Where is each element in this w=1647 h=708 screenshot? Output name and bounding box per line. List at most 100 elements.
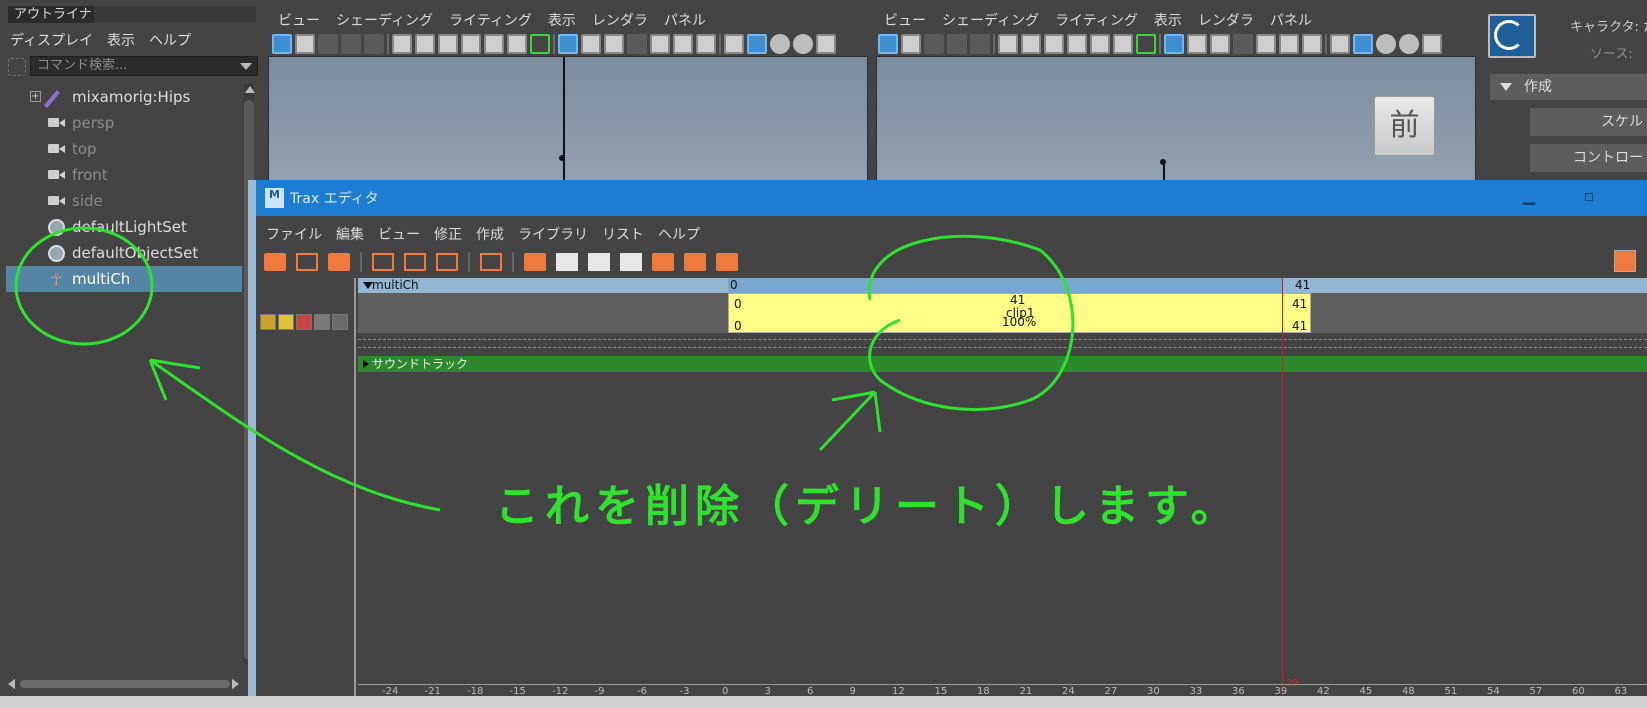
frame-all-icon[interactable] <box>372 253 394 271</box>
menu-create[interactable]: 作成 <box>476 224 504 244</box>
menu-show[interactable]: 表示 <box>107 30 135 50</box>
menu-renderer[interactable]: レンダラ <box>592 10 648 30</box>
expand-icon[interactable]: + <box>30 91 41 102</box>
menu-file[interactable]: ファイル <box>266 224 322 244</box>
soundtrack-row[interactable] <box>358 356 1647 372</box>
field-chart-icon[interactable] <box>650 34 670 54</box>
command-search-input[interactable]: コマンド検索... <box>30 56 258 76</box>
image-plane-icon[interactable] <box>341 34 361 54</box>
field-chart-icon[interactable] <box>1067 34 1087 54</box>
scrub-icon[interactable] <box>716 253 738 271</box>
scroll-right-icon[interactable] <box>232 679 239 689</box>
menu-help[interactable]: ヘルプ <box>149 30 191 50</box>
outliner-item-top[interactable]: top <box>6 136 242 162</box>
minimize-button[interactable]: ▁ <box>1518 188 1540 206</box>
outliner-item-front[interactable]: front <box>6 162 242 188</box>
outliner-item-defaultlightset[interactable]: defaultLightSet <box>6 214 242 240</box>
menu-view[interactable]: ビュー <box>884 10 926 30</box>
textured-icon[interactable] <box>1422 34 1442 54</box>
safe-action-icon[interactable] <box>484 34 504 54</box>
menu-display[interactable]: ディスプレイ <box>10 30 93 50</box>
film-gate-icon[interactable] <box>392 34 412 54</box>
menu-shading[interactable]: シェーディング <box>942 10 1039 30</box>
safe-action-icon[interactable] <box>1279 34 1299 54</box>
create-section-header[interactable]: 作成 <box>1490 74 1647 100</box>
menu-panels[interactable]: パネル <box>664 10 706 30</box>
trim-before-icon[interactable] <box>652 253 674 271</box>
lighting-icon[interactable] <box>770 34 790 54</box>
menu-view[interactable]: ビュー <box>278 10 320 30</box>
trim-after-icon[interactable] <box>684 253 706 271</box>
outliner-title-tab[interactable]: アウトライナ <box>8 6 94 23</box>
safe-title-icon[interactable] <box>1113 34 1133 54</box>
menu-lighting[interactable]: ライティング <box>1055 10 1138 30</box>
gate-mask-icon[interactable] <box>1233 34 1253 54</box>
bookmark-icon[interactable] <box>924 34 944 54</box>
select-camera-icon[interactable] <box>878 34 898 54</box>
pose-icon[interactable] <box>524 253 546 271</box>
safe-action-icon[interactable] <box>1090 34 1110 54</box>
safe-action-icon[interactable] <box>673 34 693 54</box>
menu-list[interactable]: リスト <box>602 224 644 244</box>
current-time-indicator[interactable] <box>1282 278 1283 696</box>
solo-icon[interactable] <box>278 314 294 330</box>
grid-icon[interactable] <box>1164 34 1184 54</box>
viewport-left[interactable] <box>268 56 868 183</box>
gate-mask-icon[interactable] <box>438 34 458 54</box>
frame-selection-icon[interactable] <box>404 253 426 271</box>
isolate-select-icon[interactable] <box>530 34 550 54</box>
smooth-shade-icon[interactable] <box>1353 34 1373 54</box>
merge-clip-icon[interactable] <box>620 253 642 271</box>
shadows-icon[interactable] <box>793 34 813 54</box>
split-clip-icon[interactable] <box>588 253 610 271</box>
menu-view[interactable]: ビュー <box>378 224 420 244</box>
expand-soundtrack-icon[interactable] <box>363 360 369 368</box>
field-chart-icon[interactable] <box>1256 34 1276 54</box>
scroll-up-icon[interactable] <box>245 86 255 93</box>
resolution-gate-icon[interactable] <box>1210 34 1230 54</box>
collapse-arrow-icon[interactable] <box>1500 83 1512 91</box>
menu-library[interactable]: ライブラリ <box>518 224 588 244</box>
resolution-gate-icon[interactable] <box>1021 34 1041 54</box>
menu-show[interactable]: 表示 <box>1154 10 1182 30</box>
outliner-item-multich[interactable]: ☥ multiCh <box>6 266 242 292</box>
trax-title-bar[interactable] <box>256 180 1647 216</box>
frame-playback-icon[interactable] <box>436 253 458 271</box>
menu-lighting[interactable]: ライティング <box>449 10 532 30</box>
grid-icon[interactable] <box>558 34 578 54</box>
camera-attributes-icon[interactable] <box>901 34 921 54</box>
resolution-gate-icon[interactable] <box>415 34 435 54</box>
menu-help[interactable]: ヘルプ <box>658 224 700 244</box>
shadows-icon[interactable] <box>1399 34 1419 54</box>
field-chart-icon[interactable] <box>461 34 481 54</box>
safe-title-icon[interactable] <box>507 34 527 54</box>
isolate-select-icon[interactable] <box>1136 34 1156 54</box>
menu-shading[interactable]: シェーディング <box>336 10 433 30</box>
wireframe-icon[interactable] <box>724 34 744 54</box>
scroll-left-icon[interactable] <box>8 679 15 689</box>
image-plane-icon[interactable] <box>947 34 967 54</box>
menu-edit[interactable]: 編集 <box>336 224 364 244</box>
lock-icon[interactable] <box>260 314 276 330</box>
menu-show[interactable]: 表示 <box>548 10 576 30</box>
bookmark-icon[interactable] <box>318 34 338 54</box>
gate-mask-icon[interactable] <box>1044 34 1064 54</box>
select-camera-icon[interactable] <box>272 34 292 54</box>
safe-title-icon[interactable] <box>696 34 716 54</box>
camera-attributes-icon[interactable] <box>295 34 315 54</box>
track-menu-icon[interactable] <box>332 314 348 330</box>
skeleton-button[interactable]: スケル <box>1530 108 1647 136</box>
chevron-down-icon[interactable] <box>240 63 252 70</box>
textured-icon[interactable] <box>816 34 836 54</box>
film-gate-icon[interactable] <box>581 34 601 54</box>
safe-title-icon[interactable] <box>1302 34 1322 54</box>
graph-editor-icon[interactable] <box>480 253 502 271</box>
menu-renderer[interactable]: レンダラ <box>1198 10 1254 30</box>
grid-toggle-icon[interactable] <box>364 34 384 54</box>
track-icon[interactable] <box>296 253 318 271</box>
view-cube-front[interactable]: 前 <box>1374 96 1435 156</box>
outliner-item-defaultobjectset[interactable]: defaultObjectSet <box>6 240 242 266</box>
gate-mask-icon[interactable] <box>627 34 647 54</box>
outliner-item-side[interactable]: side <box>6 188 242 214</box>
resolution-gate-icon[interactable] <box>604 34 624 54</box>
